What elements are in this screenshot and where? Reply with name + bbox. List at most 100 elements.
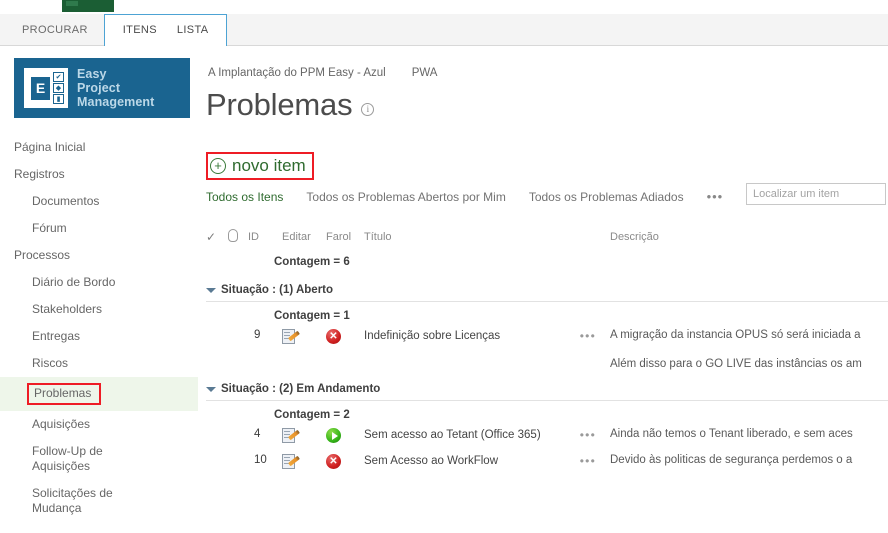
row-farol-cell: ✕ [326, 329, 364, 344]
logo-chip-stack: ✔ ◆ ▮ [53, 72, 64, 104]
column-header-descricao[interactable]: Descrição [610, 231, 888, 243]
sidebar-item-di-rio-de-bordo[interactable]: Diário de Bordo [0, 269, 198, 296]
column-header-farol[interactable]: Farol [326, 231, 364, 243]
sidebar-item-f-rum[interactable]: Fórum [0, 215, 198, 242]
view-tab-todos-os-itens[interactable]: Todos os Itens [206, 190, 283, 204]
status-green-play-icon [326, 428, 341, 443]
search-box[interactable] [746, 183, 886, 205]
logo-text-line1: Easy [77, 67, 107, 81]
breadcrumb-site[interactable]: A Implantação do PPM Easy - Azul [208, 67, 386, 79]
new-item-button[interactable]: + novo item [206, 152, 314, 180]
row-farol-cell [326, 428, 364, 443]
view-tab-adiados[interactable]: Todos os Problemas Adiados [529, 190, 684, 204]
sidebar-item-label: Entregas [32, 329, 81, 343]
column-header-id[interactable]: ID [248, 231, 282, 243]
row-edit-cell[interactable] [282, 454, 326, 473]
office-app-tile-glyph [66, 1, 78, 6]
row-description-line: Além disso para o GO LIVE das instâncias… [610, 358, 862, 370]
tab-procurar[interactable]: PROCURAR [10, 15, 100, 46]
page-title-row: Problemas i [206, 87, 375, 122]
sidebar-item-label: Documentos [32, 194, 100, 208]
office-app-tile-icon[interactable] [62, 0, 114, 12]
sidebar-item-entregas[interactable]: Entregas [0, 323, 198, 350]
row-menu-button[interactable]: ••• [580, 454, 596, 468]
row-title-cell: Sem acesso ao Tetant (Office 365) ••• [364, 428, 610, 442]
sidebar-item-label: Diário de Bordo [32, 275, 116, 289]
table-row[interactable]: 4 Sem acesso ao Tetant (Office 365) ••• Ain… [206, 424, 888, 450]
group-header-label: Situação : (1) Aberto [221, 284, 334, 296]
sidebar-item-documentos[interactable]: Documentos [0, 188, 198, 215]
info-icon[interactable]: i [361, 103, 375, 116]
ribbon-tab-bar: PROCURAR ITENS LISTA [0, 14, 888, 46]
row-edit-cell[interactable] [282, 329, 326, 348]
row-menu-button[interactable]: ••• [580, 428, 596, 442]
row-title[interactable]: Indefinição sobre Licenças [364, 330, 500, 342]
table-row[interactable]: 9 ✕ Indefinição sobre Licenças ••• A migraçã… [206, 325, 888, 370]
column-header-attachment[interactable] [228, 229, 248, 245]
status-red-x-icon: ✕ [326, 329, 341, 344]
main-content: A Implantação do PPM Easy - Azul PWA Pro… [198, 46, 888, 533]
sidebar-item-label: Registros [14, 167, 65, 181]
issues-list: ✓ ID Editar Farol Título Descrição Conta… [206, 226, 888, 476]
group-count-label: Contagem = 2 [274, 409, 350, 421]
logo-chip-diamond: ◆ [53, 83, 64, 93]
sidebar-item-label: Stakeholders [32, 302, 103, 316]
row-title-cell: Sem Acesso ao WorkFlow ••• [364, 454, 610, 468]
row-description-line: A migração da instancia OPUS só será ini… [610, 329, 861, 341]
sidebar-item-aquisi-es[interactable]: Aquisições [0, 411, 198, 438]
breadcrumb-pwa[interactable]: PWA [412, 67, 438, 79]
row-edit-cell[interactable] [282, 428, 326, 447]
sidebar-item-label: Riscos [32, 356, 69, 370]
sidebar-item-solicita-es-de-mudan-a[interactable]: Solicitações de Mudança [0, 480, 198, 522]
sidebar-item-label: Aquisições [32, 417, 91, 431]
tab-lista[interactable]: LISTA [167, 15, 219, 46]
sidebar-item-label: Página Inicial [14, 140, 86, 154]
group-header-label: Situação : (2) Em Andamento [221, 383, 381, 395]
sidebar-item-label: Solicitações de Mudança [32, 486, 113, 515]
sidebar-item-follow-up-de-aquisi-es[interactable]: Follow-Up de Aquisições [0, 438, 198, 480]
page-title: Problemas [206, 87, 353, 122]
logo-chip-chart: ▮ [53, 94, 64, 104]
edit-item-icon[interactable] [282, 428, 300, 444]
edit-item-icon[interactable] [282, 454, 300, 470]
sidebar-item-label: Processos [14, 248, 71, 262]
easy-project-management-logo[interactable]: E ✔ ◆ ▮ Easy Project Management [14, 58, 190, 118]
sidebar-item-stakeholders[interactable]: Stakeholders [0, 296, 198, 323]
group-header[interactable]: Situação : (1) Aberto [206, 271, 888, 301]
row-id: 10 [254, 454, 267, 466]
sidebar-item-riscos[interactable]: Riscos [0, 350, 198, 377]
view-more-ellipsis-button[interactable]: ••• [707, 189, 724, 204]
groups-container: Situação : (1) Aberto Contagem = 1 9 ✕ Indef… [206, 271, 888, 476]
row-description-line: Devido às politicas de segurança perdemo… [610, 454, 853, 466]
group-header[interactable]: Situação : (2) Em Andamento [206, 370, 888, 400]
sidebar-item-p-gina-inicial[interactable]: Página Inicial [0, 134, 198, 161]
logo-text-line2: Project [77, 81, 121, 95]
attachment-icon [228, 229, 238, 242]
row-title[interactable]: Sem acesso ao Tetant (Office 365) [364, 429, 541, 441]
logo-letter: E [31, 76, 50, 100]
ribbon-selected-group: ITENS LISTA [103, 14, 228, 46]
sidebar-item-label: Fórum [32, 221, 67, 235]
row-farol-cell: ✕ [326, 454, 364, 469]
view-tab-abertos-por-mim[interactable]: Todos os Problemas Abertos por Mim [306, 190, 505, 204]
table-row[interactable]: 10 ✕ Sem Acesso ao WorkFlow ••• Devido às po… [206, 450, 888, 476]
row-menu-button[interactable]: ••• [580, 329, 596, 343]
search-input[interactable] [747, 184, 885, 204]
new-item-label: novo item [232, 156, 306, 175]
row-description-line: Ainda não temos o Tenant liberado, e sem… [610, 428, 853, 440]
collapse-caret-icon[interactable] [206, 288, 216, 293]
column-header-row: ✓ ID Editar Farol Título Descrição [206, 226, 888, 248]
sidebar-item-problemas[interactable]: Problemas [0, 377, 198, 411]
column-header-titulo[interactable]: Título [364, 231, 610, 243]
tab-itens[interactable]: ITENS [113, 15, 167, 46]
sidebar-item-processos[interactable]: Processos [0, 242, 198, 269]
column-header-select-all[interactable]: ✓ [206, 230, 228, 244]
row-description-cell: Devido às politicas de segurança perdemo… [610, 454, 888, 466]
edit-item-icon[interactable] [282, 329, 300, 345]
collapse-caret-icon[interactable] [206, 387, 216, 392]
total-count-label: Contagem = 6 [274, 256, 350, 268]
sidebar-item-registros[interactable]: Registros [0, 161, 198, 188]
logo-chip-check: ✔ [53, 72, 64, 82]
column-header-editar[interactable]: Editar [282, 231, 326, 243]
row-title[interactable]: Sem Acesso ao WorkFlow [364, 455, 498, 467]
